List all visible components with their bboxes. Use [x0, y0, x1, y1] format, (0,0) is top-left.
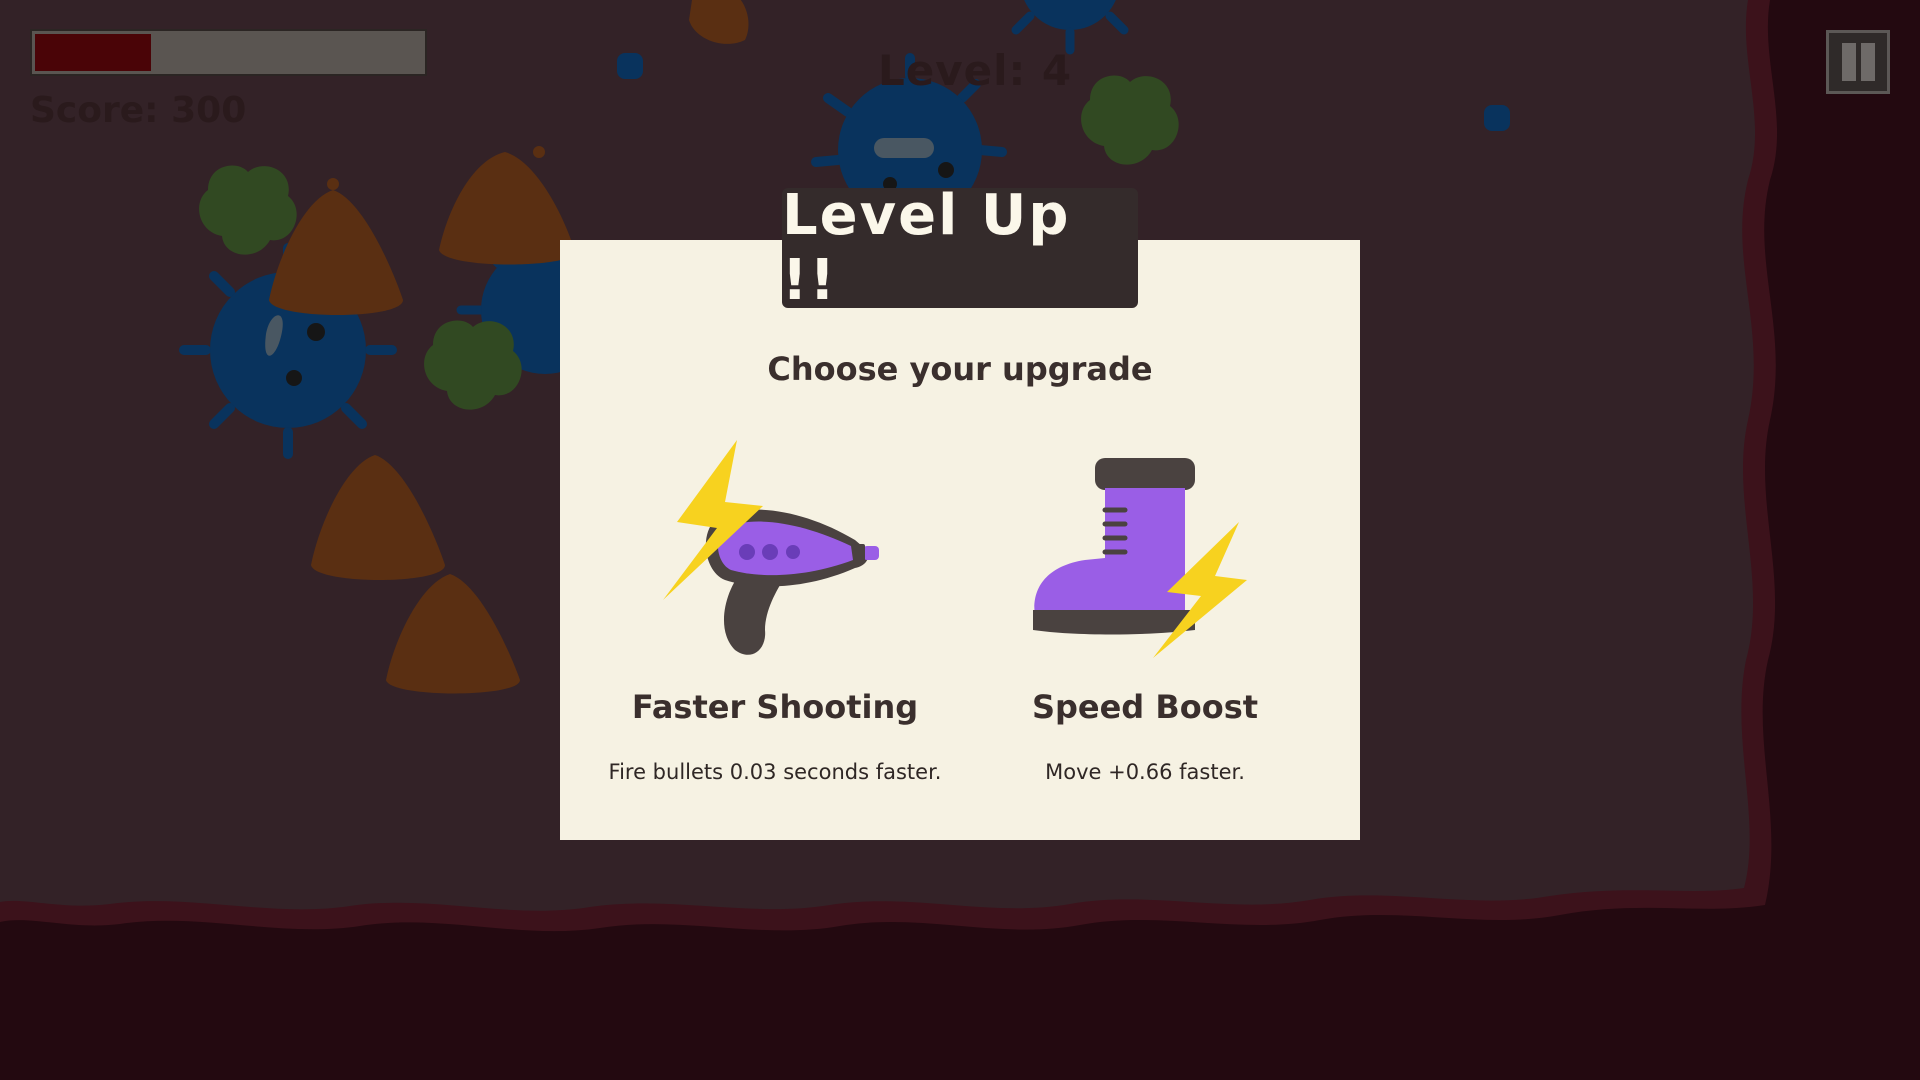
upgrade-subtitle: Choose your upgrade	[767, 350, 1153, 388]
upgrade-option-description: Fire bullets 0.03 seconds faster.	[608, 760, 942, 784]
upgrade-option-description: Move +0.66 faster.	[1045, 760, 1245, 784]
upgrade-option-speed-boost[interactable]: Speed Boost Move +0.66 faster.	[975, 440, 1315, 810]
score-label: Score: 300	[30, 90, 247, 131]
health-bar-fill	[35, 34, 151, 71]
upgrade-option-title: Faster Shooting	[631, 688, 919, 726]
pause-button[interactable]	[1826, 30, 1890, 94]
level-up-title: Level Up !!	[782, 183, 1138, 313]
health-bar	[30, 29, 427, 76]
virus-bullet-2	[1484, 105, 1510, 131]
boot-lightning-icon	[1033, 458, 1247, 658]
virus-bullet-1	[617, 53, 643, 79]
upgrade-option-title: Speed Boost	[1031, 688, 1259, 726]
upgrade-option-faster-shooting[interactable]: Faster Shooting Fire bullets 0.03 second…	[605, 440, 945, 810]
ray-gun-lightning-icon	[663, 440, 879, 655]
game-screen: Score: 300 Level: 4 Level Up !! Choose y…	[0, 0, 1920, 1080]
level-label: Level: 4	[878, 46, 1073, 95]
